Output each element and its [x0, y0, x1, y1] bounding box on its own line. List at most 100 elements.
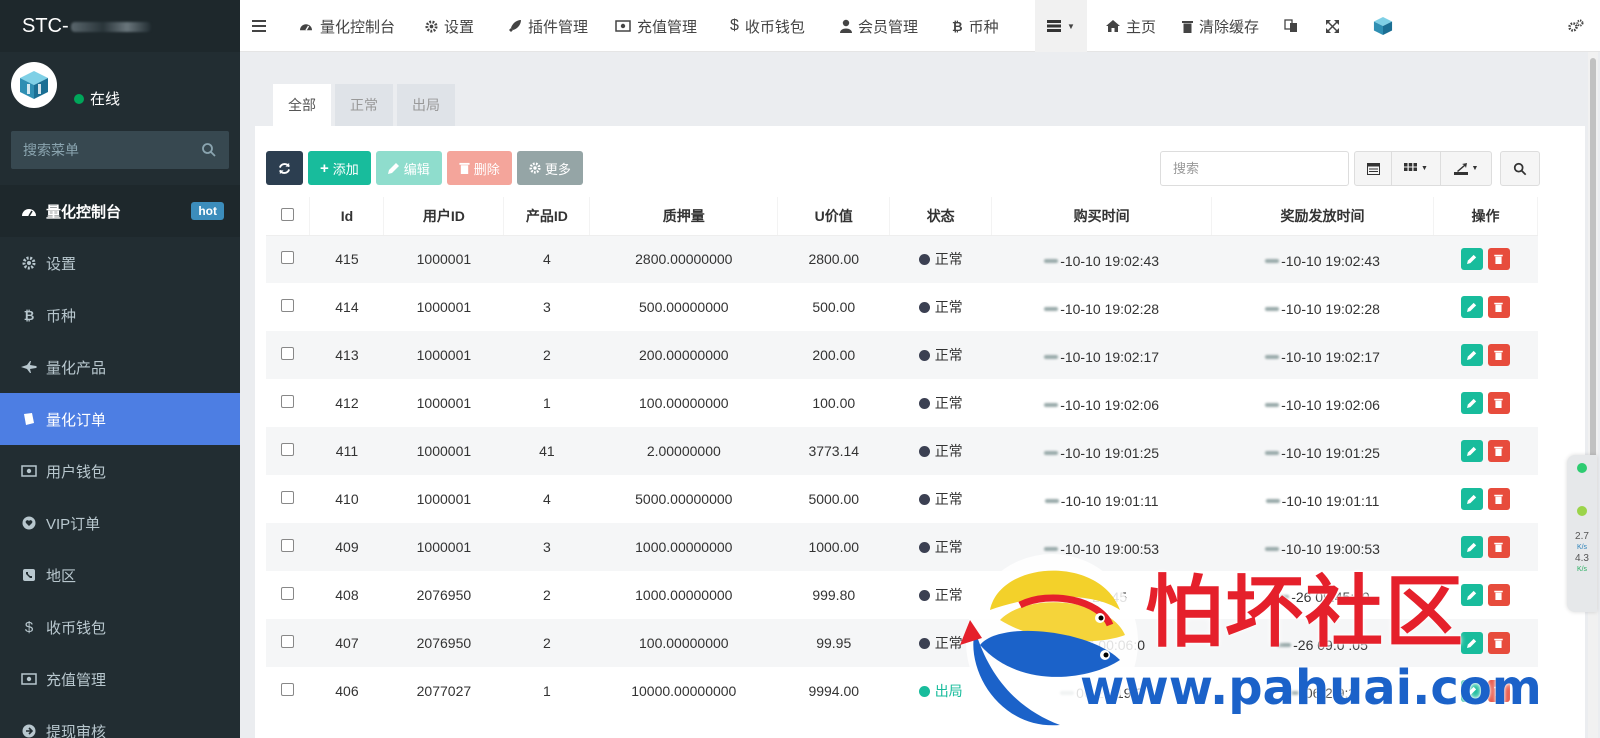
status-badge[interactable]: 正常	[918, 297, 963, 317]
sidebar-item-region[interactable]: 地区	[0, 549, 240, 601]
header-reward-time[interactable]: 奖励发放时间	[1211, 197, 1434, 236]
table-row[interactable]: 407 2076950 2 100.00000000 99.95 正常 -16 00:06:…	[266, 619, 1538, 667]
row-delete-button[interactable]	[1487, 680, 1510, 702]
row-checkbox[interactable]	[281, 635, 295, 648]
sidebar-item-orders[interactable]: 量化订单	[0, 393, 240, 445]
top-nav-more-dropdown[interactable]: ▼	[1035, 0, 1087, 52]
table-row[interactable]: 408 2076950 2 1000.00000000 999.80 正常 22:45 -26…	[266, 571, 1538, 619]
advanced-search-button[interactable]	[1500, 151, 1540, 186]
sidebar-item-products[interactable]: 量化产品	[0, 341, 240, 393]
top-nav-dashboard[interactable]: 量化控制台	[298, 0, 395, 52]
row-delete-button[interactable]	[1487, 344, 1510, 366]
row-checkbox[interactable]	[281, 683, 295, 696]
header-buy-time[interactable]: 购买时间	[991, 197, 1213, 236]
table-row[interactable]: 413 1000001 2 200.00000000 200.00 正常 -10-10 19…	[266, 331, 1538, 379]
avatar[interactable]	[11, 62, 57, 108]
row-delete-button[interactable]	[1487, 440, 1510, 462]
top-nav-currency[interactable]: ₿ 币种	[952, 0, 999, 52]
row-delete-button[interactable]	[1487, 632, 1510, 654]
brand[interactable]: STC-	[0, 0, 240, 52]
tab-all[interactable]: 全部	[273, 84, 331, 126]
top-nav-plugins[interactable]: 插件管理	[508, 0, 588, 52]
export-button[interactable]: ▼	[1440, 151, 1492, 186]
translate-button[interactable]	[1284, 0, 1298, 52]
top-nav-home[interactable]: 主页	[1106, 0, 1156, 52]
tab-out[interactable]: 出局	[397, 84, 455, 126]
sidebar-item-vip[interactable]: VIP订单	[0, 497, 240, 549]
table-row[interactable]: 415 1000001 4 2800.00000000 2800.00 正常 -10-10 …	[266, 235, 1538, 283]
header-amount[interactable]: 质押量	[589, 197, 779, 236]
header-user-id[interactable]: 用户ID	[383, 197, 505, 236]
row-delete-button[interactable]	[1487, 584, 1510, 606]
row-checkbox[interactable]	[281, 251, 295, 265]
top-nav-collect-wallet[interactable]: $ 收币钱包	[730, 0, 805, 52]
status-badge[interactable]: 出局	[918, 681, 963, 701]
row-edit-button[interactable]	[1460, 680, 1483, 702]
row-edit-button[interactable]	[1460, 296, 1483, 318]
row-delete-button[interactable]	[1487, 536, 1510, 558]
status-badge[interactable]: 正常	[918, 537, 963, 557]
more-button[interactable]: 更多	[516, 151, 583, 185]
clear-cache-button[interactable]: 清除缓存	[1182, 0, 1259, 52]
control-sidebar-button[interactable]	[1568, 0, 1584, 52]
delete-button[interactable]: 删除	[446, 151, 512, 185]
row-checkbox[interactable]	[281, 443, 295, 456]
refresh-button[interactable]	[266, 151, 303, 185]
table-row[interactable]: 412 1000001 1 100.00000000 100.00 正常 -10-10 19…	[266, 379, 1538, 427]
row-delete-button[interactable]	[1487, 248, 1510, 271]
status-badge[interactable]: 正常	[918, 585, 963, 605]
top-avatar[interactable]	[1372, 0, 1394, 52]
add-button[interactable]: + 添加	[308, 151, 371, 185]
page-scrollbar-thumb[interactable]	[1590, 58, 1596, 458]
sidebar-item-wallet[interactable]: 用户钱包	[0, 445, 240, 497]
table-row[interactable]: 409 1000001 3 1000.00000000 1000.00 正常 -10-10 …	[266, 523, 1538, 571]
row-edit-button[interactable]	[1460, 440, 1483, 462]
status-badge[interactable]: 正常	[918, 441, 963, 461]
status-badge[interactable]: 正常	[918, 489, 963, 509]
row-checkbox[interactable]	[281, 587, 295, 600]
row-edit-button[interactable]	[1460, 488, 1483, 510]
row-checkbox[interactable]	[281, 539, 295, 552]
header-product-id[interactable]: 产品ID	[503, 197, 591, 236]
status-badge[interactable]: 正常	[918, 633, 963, 653]
sidebar-item-withdraw[interactable]: 提现审核	[0, 705, 240, 738]
table-search-input[interactable]	[1160, 151, 1349, 186]
row-checkbox[interactable]	[281, 491, 295, 504]
columns-button[interactable]: ▼	[1391, 151, 1441, 186]
header-value[interactable]: U价值	[777, 197, 891, 236]
status-badge[interactable]: 正常	[918, 249, 963, 269]
tab-normal[interactable]: 正常	[335, 84, 393, 126]
sidebar-item-recharge[interactable]: 充值管理	[0, 653, 240, 705]
sidebar-item-collect-wallet[interactable]: $ 收币钱包	[0, 601, 240, 653]
row-edit-button[interactable]	[1460, 344, 1483, 366]
sidebar-item-dashboard[interactable]: 量化控制台 hot	[0, 185, 240, 237]
fullscreen-button[interactable]	[1326, 0, 1339, 52]
row-delete-button[interactable]	[1487, 392, 1510, 414]
row-edit-button[interactable]	[1460, 392, 1483, 414]
row-checkbox[interactable]	[281, 395, 295, 408]
network-speed-widget[interactable]: 2.7 K/s 4.3 K/s	[1567, 455, 1597, 612]
row-edit-button[interactable]	[1460, 632, 1483, 654]
top-nav-recharge[interactable]: 充值管理	[615, 0, 697, 52]
table-row[interactable]: 410 1000001 4 5000.00000000 5000.00 正常 -10-10 …	[266, 475, 1538, 523]
table-row[interactable]: 411 1000001 41 2.00000000 3773.14 正常 -10-10 19…	[266, 427, 1538, 475]
row-checkbox[interactable]	[281, 347, 295, 360]
toggle-view-button[interactable]	[1354, 151, 1392, 186]
status-badge[interactable]: 正常	[918, 393, 963, 413]
row-edit-button[interactable]	[1460, 584, 1483, 606]
header-id[interactable]: Id	[309, 197, 385, 236]
top-nav-settings[interactable]: 设置	[425, 0, 474, 52]
sidebar-item-settings[interactable]: 设置	[0, 237, 240, 289]
status-badge[interactable]: 正常	[918, 345, 963, 365]
edit-button[interactable]: 编辑	[375, 151, 442, 185]
sidebar-toggle-button[interactable]	[252, 0, 266, 52]
row-delete-button[interactable]	[1487, 296, 1510, 318]
row-edit-button[interactable]	[1460, 248, 1483, 271]
select-all-checkbox[interactable]	[281, 207, 295, 221]
search-icon[interactable]	[201, 142, 217, 158]
table-row[interactable]: 414 1000001 3 500.00000000 500.00 正常 -10-10 19…	[266, 283, 1538, 331]
row-edit-button[interactable]	[1460, 536, 1483, 558]
table-row[interactable]: 406 2077027 1 10000.00000000 9994.00 出局 06-26 …	[266, 667, 1538, 715]
row-checkbox[interactable]	[281, 299, 295, 312]
header-status[interactable]: 状态	[889, 197, 993, 236]
